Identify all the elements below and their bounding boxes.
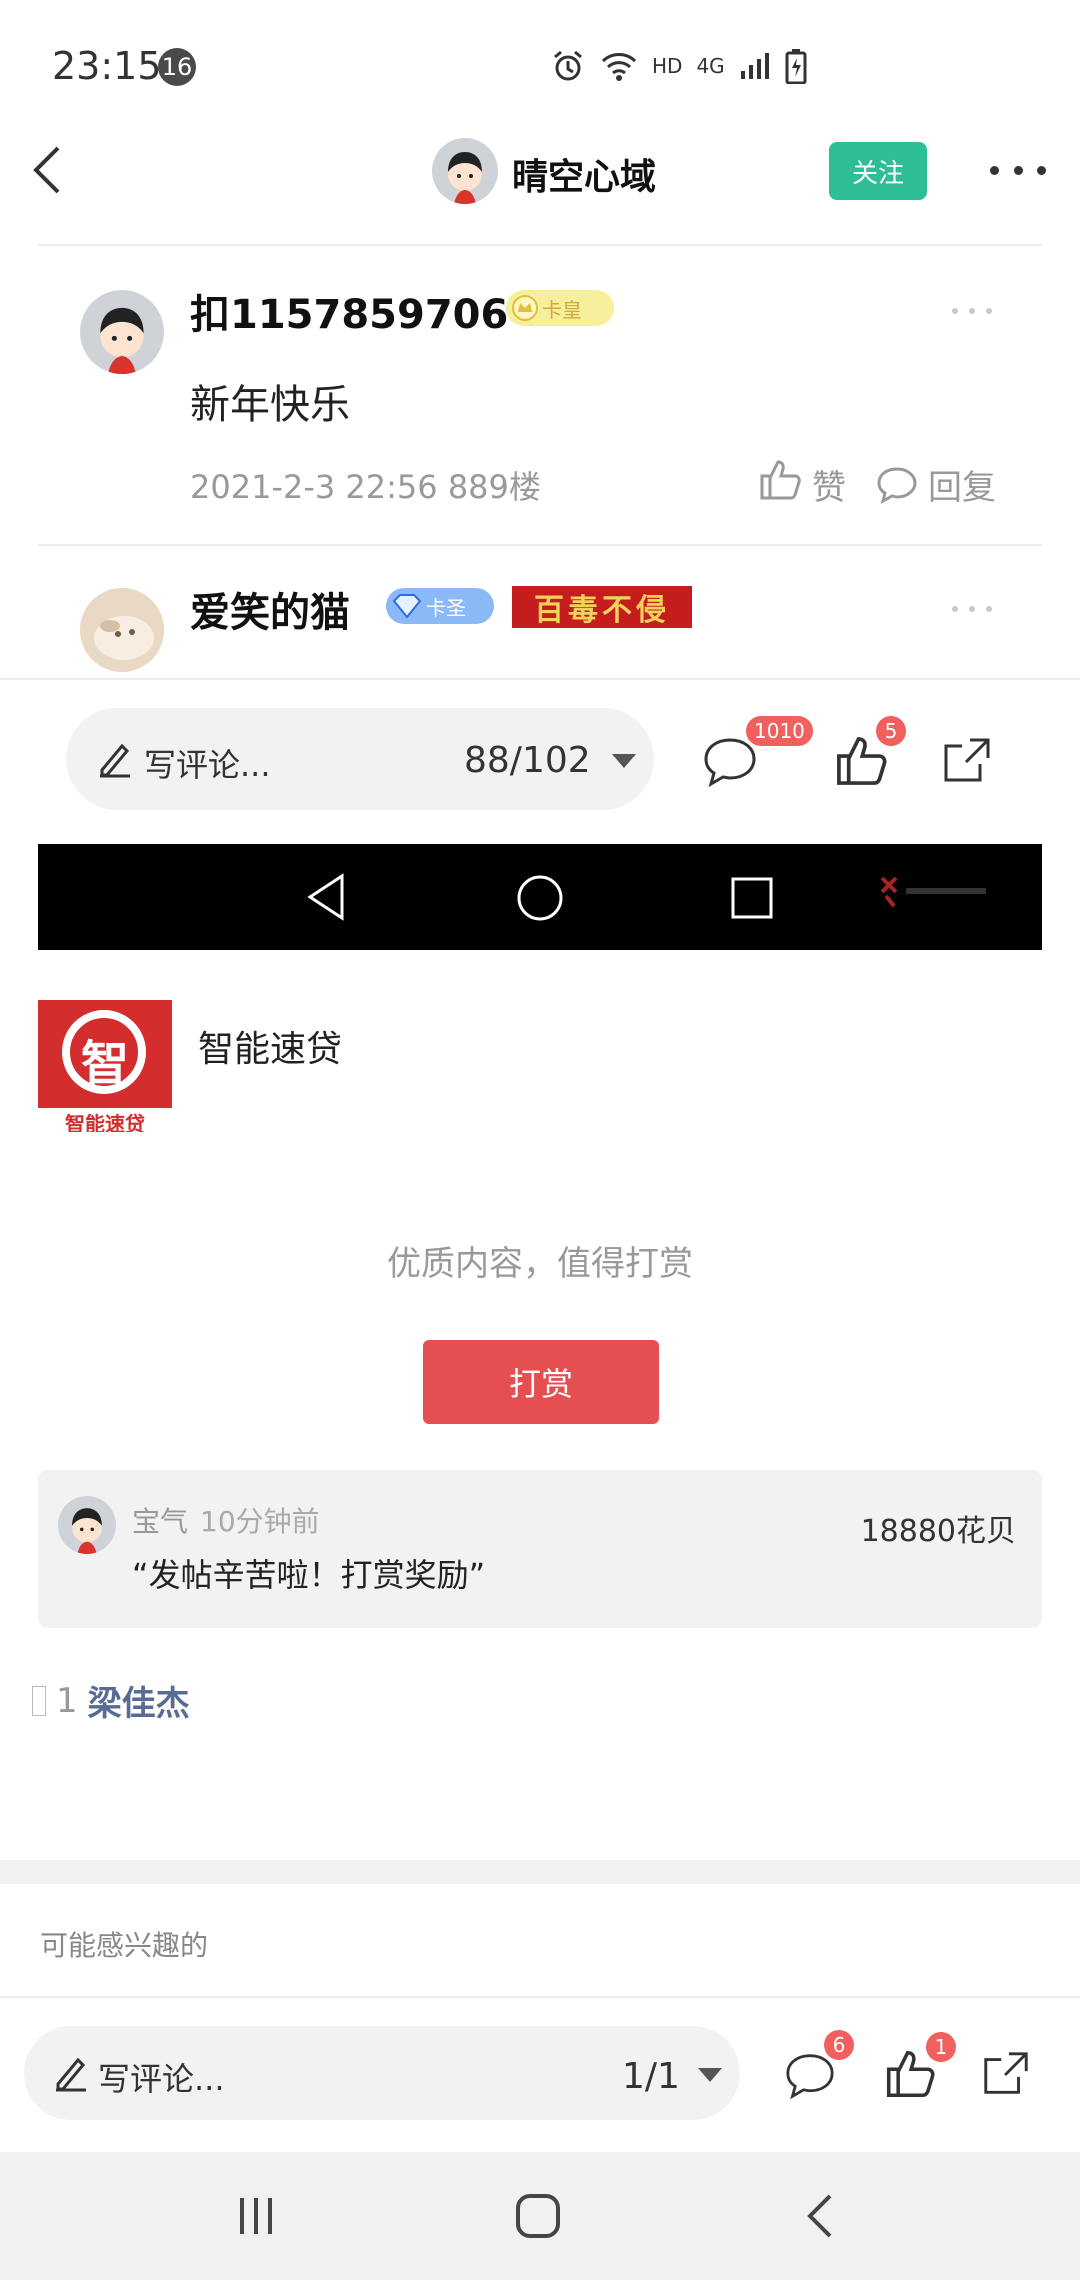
crown-icon <box>512 295 538 321</box>
divider <box>0 678 1080 680</box>
pencil-icon <box>100 743 130 778</box>
reward-tip: 优质内容，值得打赏 <box>387 1244 693 1284</box>
divider <box>38 244 1042 246</box>
more-options-button[interactable] <box>990 160 1046 180</box>
notification-count-badge: 16 <box>158 48 196 86</box>
member-badge: 卡圣 <box>386 588 494 624</box>
post-username[interactable]: 爱笑的猫 <box>190 580 350 638</box>
like-button-label[interactable]: 赞 <box>812 460 846 509</box>
interest-section-title: 可能感兴趣的 <box>40 1929 209 1962</box>
ad-logo-char: 智 <box>80 1036 129 1092</box>
status-time: 23:15 <box>52 44 162 88</box>
follow-button[interactable]: 关注 <box>829 142 927 200</box>
header-avatar[interactable] <box>432 138 498 204</box>
post-more-button[interactable] <box>952 606 992 614</box>
share-icon[interactable] <box>940 734 994 788</box>
post-meta: 2021-2-3 22:56 889楼 <box>190 468 541 506</box>
post-username[interactable]: 扣1157859706 <box>190 282 508 340</box>
reward-card: 宝气 10分钟前 “发帖辛苦啦！打赏奖励” 18880花贝 <box>38 1470 1042 1628</box>
chevron-down-icon[interactable] <box>698 2068 722 2082</box>
cell-type-label: 4G <box>696 54 725 78</box>
alarm-icon <box>554 50 582 81</box>
nav-home-icon <box>517 875 563 921</box>
pencil-icon <box>56 2057 86 2092</box>
signal-icon <box>740 53 769 79</box>
page-indicator[interactable]: 1/1 <box>622 2056 680 2097</box>
divider <box>38 544 1042 546</box>
post-text: 新年快乐 <box>190 382 350 428</box>
likes-count: 1 <box>56 1680 78 1721</box>
home-icon[interactable] <box>514 2192 562 2240</box>
like-icon[interactable] <box>758 458 802 502</box>
status-icons: HD 4G <box>550 46 807 86</box>
reward-user[interactable]: 宝气 <box>132 1500 188 1540</box>
comment-count-badge: 1010 <box>746 716 813 746</box>
ad-logo[interactable]: 智 智能速贷 <box>38 1000 172 1132</box>
like-icon[interactable] <box>834 734 888 788</box>
post-avatar[interactable] <box>80 290 164 374</box>
nav-back-icon <box>307 873 344 921</box>
share-icon[interactable] <box>980 2048 1032 2100</box>
member-badge-label: 卡皇 <box>542 297 582 322</box>
back-icon[interactable] <box>802 2192 838 2240</box>
likes-row: 1 梁佳杰 <box>32 1676 190 1725</box>
reward-message: “发帖辛苦啦！打赏奖励” <box>132 1556 486 1594</box>
embedded-nav-bar <box>38 844 1042 950</box>
like-mini-icon <box>32 1685 46 1716</box>
title-badge: 百毒不侵 <box>512 586 692 628</box>
post-more-button[interactable] <box>952 308 992 316</box>
wifi-icon <box>601 53 637 81</box>
comment-count-badge: 6 <box>824 2030 854 2060</box>
post-avatar[interactable] <box>80 588 164 672</box>
system-nav-bar <box>0 2152 1080 2280</box>
reward-time: 10分钟前 <box>200 1505 320 1538</box>
diamond-icon <box>392 594 422 619</box>
comment-icon[interactable] <box>702 736 758 788</box>
reward-avatar[interactable] <box>58 1496 116 1554</box>
comment-placeholder: 写评论... <box>98 2060 225 2098</box>
page-indicator[interactable]: 88/102 <box>464 740 591 781</box>
member-badge-label: 卡圣 <box>426 595 466 620</box>
comment-placeholder: 写评论... <box>144 746 271 784</box>
member-badge: 卡皇 <box>506 290 614 326</box>
comment-icon[interactable] <box>784 2052 836 2100</box>
network-type-label: HD <box>652 54 683 78</box>
divider <box>0 1996 1080 1998</box>
chevron-down-icon[interactable] <box>612 754 636 768</box>
back-button[interactable] <box>22 140 72 200</box>
page-title: 晴空心域 <box>512 157 657 198</box>
battery-icon <box>785 49 807 84</box>
reply-button-label[interactable]: 回复 <box>928 460 996 509</box>
reward-amount: 18880花贝 <box>860 1514 1016 1549</box>
watermark-logo-icon <box>880 876 986 908</box>
comment-input[interactable]: 写评论... 88/102 <box>66 708 654 810</box>
ad-logo-caption: 智能速贷 <box>65 1112 145 1132</box>
like-count-badge: 1 <box>926 2032 956 2062</box>
reply-icon[interactable] <box>876 466 918 504</box>
likes-user[interactable]: 梁佳杰 <box>88 1676 190 1725</box>
section-divider <box>0 1860 1080 1884</box>
nav-recents-icon <box>731 877 773 919</box>
recents-icon[interactable] <box>234 2194 278 2238</box>
like-count-badge: 5 <box>876 716 906 746</box>
comment-input[interactable]: 写评论... 1/1 <box>24 2026 740 2120</box>
ad-name[interactable]: 智能速贷 <box>198 1020 342 1072</box>
reward-button[interactable]: 打赏 <box>423 1340 659 1424</box>
